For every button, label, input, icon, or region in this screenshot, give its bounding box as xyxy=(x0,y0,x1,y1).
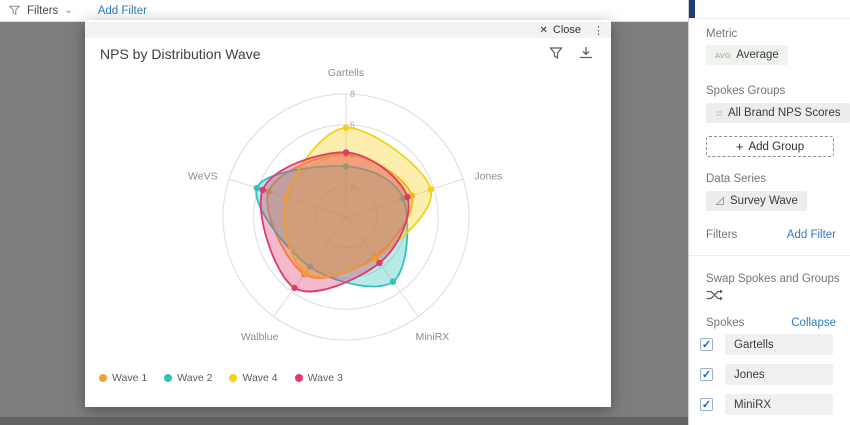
spoke-checkbox[interactable]: ✓ xyxy=(700,338,713,351)
spoke-checkbox[interactable]: ✓ xyxy=(700,398,713,411)
spoke-field[interactable]: MiniRX xyxy=(725,394,833,415)
filters-dropdown-label[interactable]: Filters xyxy=(27,5,58,17)
close-icon: ✕ xyxy=(539,25,547,36)
close-button[interactable]: ✕ Close xyxy=(539,24,581,36)
legend-item[interactable]: Wave 1 xyxy=(99,372,147,384)
kebab-menu-icon[interactable]: ⋮ xyxy=(593,24,604,37)
settings-sidebar: Metric AVG Average Spokes Groups All Bra… xyxy=(688,0,850,425)
filters-section-label: Filters xyxy=(706,229,737,241)
chart-modal: ✕ Close ⋮ NPS by Distribution Wave 2468G… xyxy=(85,20,611,407)
legend-dot xyxy=(164,374,172,382)
radar-point[interactable] xyxy=(376,260,382,266)
add-group-button[interactable]: + Add Group xyxy=(706,136,834,157)
radar-point[interactable] xyxy=(404,194,410,200)
radar-axis-label: Gartells xyxy=(328,67,364,79)
add-group-label: Add Group xyxy=(748,141,804,153)
legend-label: Wave 2 xyxy=(177,372,212,384)
chevron-down-icon[interactable]: ⌄ xyxy=(64,7,72,15)
divider xyxy=(689,255,850,256)
radar-point[interactable] xyxy=(390,278,396,284)
data-series-section-label: Data Series xyxy=(706,173,766,185)
add-filter-link[interactable]: Add Filter xyxy=(98,5,147,17)
spoke-row: ✓ Jones xyxy=(700,364,833,385)
radar-point[interactable] xyxy=(254,185,260,191)
spokes-groups-section-label: Spokes Groups xyxy=(706,85,785,97)
swap-icon[interactable] xyxy=(706,288,724,302)
divider xyxy=(689,18,850,19)
legend-dot xyxy=(295,374,303,382)
sidebar-accent-bar xyxy=(689,0,695,18)
collapse-link[interactable]: Collapse xyxy=(791,317,836,329)
close-label: Close xyxy=(553,24,581,36)
spokes-group-chip-value: All Brand NPS Scores xyxy=(728,107,841,119)
metric-chip[interactable]: AVG Average xyxy=(706,45,788,65)
radar-plot: 2468GartellsJonesMiniRXWalblueWeVS xyxy=(85,56,611,368)
data-series-chip-value: Survey Wave xyxy=(730,195,798,207)
swap-section-label: Swap Spokes and Groups xyxy=(706,273,840,285)
sidebar-add-filter-link[interactable]: Add Filter xyxy=(787,229,836,241)
chart-legend: Wave 1 Wave 2 Wave 4 Wave 3 xyxy=(99,372,343,384)
radar-axis-label: MiniRX xyxy=(415,331,449,343)
legend-dot xyxy=(99,374,107,382)
top-filter-bar: Filters ⌄ Add Filter xyxy=(0,0,688,22)
plus-icon: + xyxy=(736,141,744,152)
radar-axis-label: Jones xyxy=(474,170,502,182)
radar-point[interactable] xyxy=(291,285,297,291)
legend-label: Wave 1 xyxy=(112,372,147,384)
drag-handle-icon xyxy=(715,109,723,118)
radar-point[interactable] xyxy=(428,186,434,192)
radar-point[interactable] xyxy=(343,149,349,155)
field-type-icon xyxy=(715,196,725,206)
radar-point[interactable] xyxy=(259,187,265,193)
spoke-field[interactable]: Gartells xyxy=(725,334,833,355)
radar-tick-label: 8 xyxy=(350,89,355,99)
metric-chip-value: Average xyxy=(736,49,779,61)
spoke-checkbox[interactable]: ✓ xyxy=(700,368,713,381)
filter-funnel-icon xyxy=(9,5,20,16)
radar-axis-label: WeVS xyxy=(188,170,218,182)
spokes-section-label: Spokes xyxy=(706,317,744,329)
legend-dot xyxy=(229,374,237,382)
page-bottom-edge xyxy=(0,417,688,425)
radar-axis-label: Walblue xyxy=(241,331,279,343)
spoke-row: ✓ Gartells xyxy=(700,334,833,355)
spoke-field[interactable]: Jones xyxy=(725,364,833,385)
legend-item[interactable]: Wave 3 xyxy=(295,372,343,384)
spoke-row: ✓ MiniRX xyxy=(700,394,833,415)
spokes-group-chip[interactable]: All Brand NPS Scores xyxy=(706,103,850,123)
metric-aggregation-prefix: AVG xyxy=(715,51,731,60)
radar-point[interactable] xyxy=(343,125,349,131)
legend-label: Wave 3 xyxy=(308,372,343,384)
legend-item[interactable]: Wave 2 xyxy=(164,372,212,384)
data-series-chip[interactable]: Survey Wave xyxy=(706,191,807,211)
modal-header-strip: ✕ Close ⋮ xyxy=(85,22,611,38)
metric-section-label: Metric xyxy=(706,28,737,40)
legend-label: Wave 4 xyxy=(242,372,277,384)
legend-item[interactable]: Wave 4 xyxy=(229,372,277,384)
